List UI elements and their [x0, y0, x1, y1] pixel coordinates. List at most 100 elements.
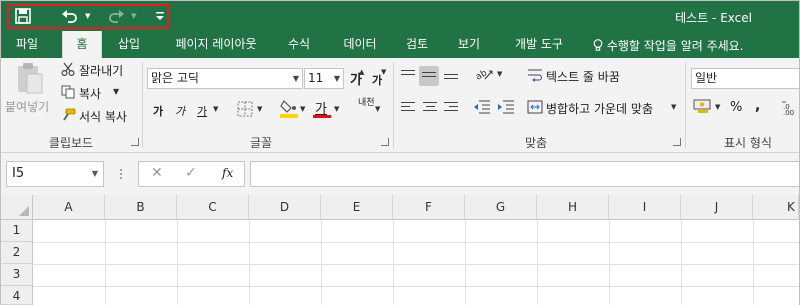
row-header[interactable]: 4 [1, 286, 33, 305]
tell-me-text: 수행할 작업을 알려 주세요. [606, 39, 744, 53]
chevron-down-icon[interactable]: ▼ [715, 103, 720, 111]
percent-button[interactable]: % [730, 100, 742, 115]
chevron-down-icon[interactable]: ▼ [213, 105, 218, 113]
column-header[interactable]: H [537, 195, 609, 220]
align-bottom-icon[interactable] [444, 74, 458, 82]
chevron-down-icon[interactable]: ▼ [334, 69, 340, 88]
align-left-icon[interactable] [401, 102, 415, 114]
number-format-combo[interactable]: 일반 [691, 68, 799, 89]
font-name-combo[interactable]: 맑은 고딕 ▼ [147, 68, 303, 89]
align-top-icon[interactable] [401, 70, 415, 78]
enter-icon[interactable]: ✓ [185, 165, 197, 181]
phonetic-button[interactable]: 내천 [358, 99, 375, 108]
chevron-down-icon[interactable]: ▼ [497, 70, 502, 78]
clipboard-launcher-icon[interactable] [131, 138, 139, 146]
paste-icon[interactable] [15, 62, 45, 98]
column-header[interactable]: J [681, 195, 753, 220]
tab-formulas[interactable]: 수식 [279, 31, 319, 58]
font-group-label: 글꼴 [249, 136, 273, 150]
chevron-down-icon[interactable]: ▼ [300, 105, 305, 113]
undo-dropdown-icon[interactable]: ▼ [85, 12, 90, 20]
insert-function-icon[interactable]: fx [222, 166, 233, 180]
copy-button[interactable]: 복사 [79, 85, 101, 102]
column-header[interactable]: B [105, 195, 177, 220]
row-header[interactable]: 3 [1, 264, 33, 286]
tab-insert[interactable]: 삽입 [109, 31, 149, 58]
bold-button[interactable]: 가 [153, 103, 163, 119]
column-header[interactable]: G [465, 195, 537, 220]
tell-me-box[interactable]: 수행할 작업을 알려 주세요. [593, 37, 744, 54]
divider [685, 62, 686, 148]
currency-icon[interactable] [693, 98, 713, 114]
worksheet-grid[interactable]: A B C D E F G H I J K 1 2 3 4 [1, 195, 799, 305]
fill-color-icon[interactable] [280, 98, 298, 118]
tab-data[interactable]: 데이터 [334, 31, 386, 58]
column-header[interactable]: A [33, 195, 105, 220]
gridline [177, 220, 178, 305]
chevron-down-icon[interactable]: ▼ [257, 105, 262, 113]
chevron-down-icon[interactable]: ▼ [334, 105, 339, 113]
tab-page-layout[interactable]: 페이지 레이아웃 [163, 31, 269, 58]
column-header[interactable]: E [321, 195, 393, 220]
orientation-icon[interactable]: ab [474, 66, 494, 83]
border-icon[interactable] [237, 101, 253, 117]
merge-center-icon [527, 100, 543, 114]
ribbon-tabs: 파일 홈 삽입 페이지 레이아웃 수식 데이터 검토 보기 개발 도구 수행할 … [1, 31, 799, 58]
scissors-icon [61, 62, 75, 77]
redo-dropdown-icon[interactable]: ▼ [131, 12, 136, 20]
align-middle-button[interactable] [419, 66, 439, 86]
font-color-swatch [313, 115, 331, 118]
align-center-icon[interactable] [423, 102, 437, 114]
increase-indent-icon[interactable] [497, 100, 515, 114]
select-all-button[interactable] [1, 195, 33, 220]
decrease-indent-icon[interactable] [473, 100, 491, 114]
chevron-down-icon[interactable]: ▼ [92, 162, 98, 186]
merge-center-button[interactable]: 병합하고 가운데 맞춤 [546, 100, 653, 117]
column-header[interactable]: C [177, 195, 249, 220]
column-header[interactable]: F [393, 195, 465, 220]
row-header[interactable]: 2 [1, 242, 33, 264]
tab-file[interactable]: 파일 [5, 31, 49, 58]
chevron-down-icon[interactable]: ▼ [671, 103, 676, 111]
column-header[interactable]: D [249, 195, 321, 220]
customize-qat-icon[interactable] [155, 9, 165, 30]
column-header[interactable]: I [609, 195, 681, 220]
chevron-down-icon[interactable]: ▼ [293, 69, 299, 88]
tab-view[interactable]: 보기 [449, 31, 489, 58]
cancel-icon[interactable]: ✕ [151, 165, 163, 181]
number-format-value: 일반 [695, 71, 718, 85]
font-size-combo[interactable]: 11 ▼ [304, 68, 344, 89]
grip-icon[interactable] [119, 167, 123, 181]
comma-button[interactable]: , [755, 98, 760, 114]
save-icon[interactable] [15, 8, 31, 28]
gridline [681, 220, 682, 305]
format-painter-button[interactable]: 서식 복사 [79, 108, 127, 125]
select-all-icon [19, 206, 29, 216]
paste-button[interactable]: 붙여넣기 [5, 98, 49, 115]
wrap-text-button[interactable]: 텍스트 줄 바꿈 [546, 68, 620, 85]
row-header[interactable]: 1 [1, 220, 33, 242]
copy-dropdown-icon[interactable]: ▼ [113, 87, 119, 96]
clipboard-group-label: 클립보드 [48, 136, 94, 150]
formula-input[interactable] [250, 161, 799, 187]
underline-button[interactable]: 가 [197, 103, 207, 119]
tab-review[interactable]: 검토 [397, 31, 437, 58]
name-box[interactable]: I5 ▼ [6, 161, 104, 187]
align-right-icon[interactable] [444, 102, 458, 114]
title-bar: ▼ ▼ 테스트 - Excel [1, 1, 799, 31]
tab-home[interactable]: 홈 [62, 31, 102, 58]
increase-decimal-icon[interactable]: .0.00 [781, 98, 799, 116]
column-header[interactable]: K [753, 195, 799, 220]
name-box-value: I5 [12, 166, 25, 181]
divider [142, 62, 143, 148]
font-launcher-icon[interactable] [381, 138, 389, 146]
undo-icon[interactable] [61, 8, 79, 28]
italic-button[interactable]: 가 [175, 103, 185, 119]
ribbon: 붙여넣기 잘라내기 복사 ▼ 서식 복사 클립보드 맑은 고딕 ▼ 11 ▼ 가… [1, 58, 799, 153]
chevron-down-icon[interactable]: ▼ [375, 105, 380, 113]
font-name-value: 맑은 고딕 [151, 71, 199, 85]
cut-button[interactable]: 잘라내기 [79, 62, 123, 79]
alignment-launcher-icon[interactable] [673, 138, 681, 146]
redo-icon[interactable] [107, 8, 125, 28]
tab-developer[interactable]: 개발 도구 [503, 31, 575, 58]
